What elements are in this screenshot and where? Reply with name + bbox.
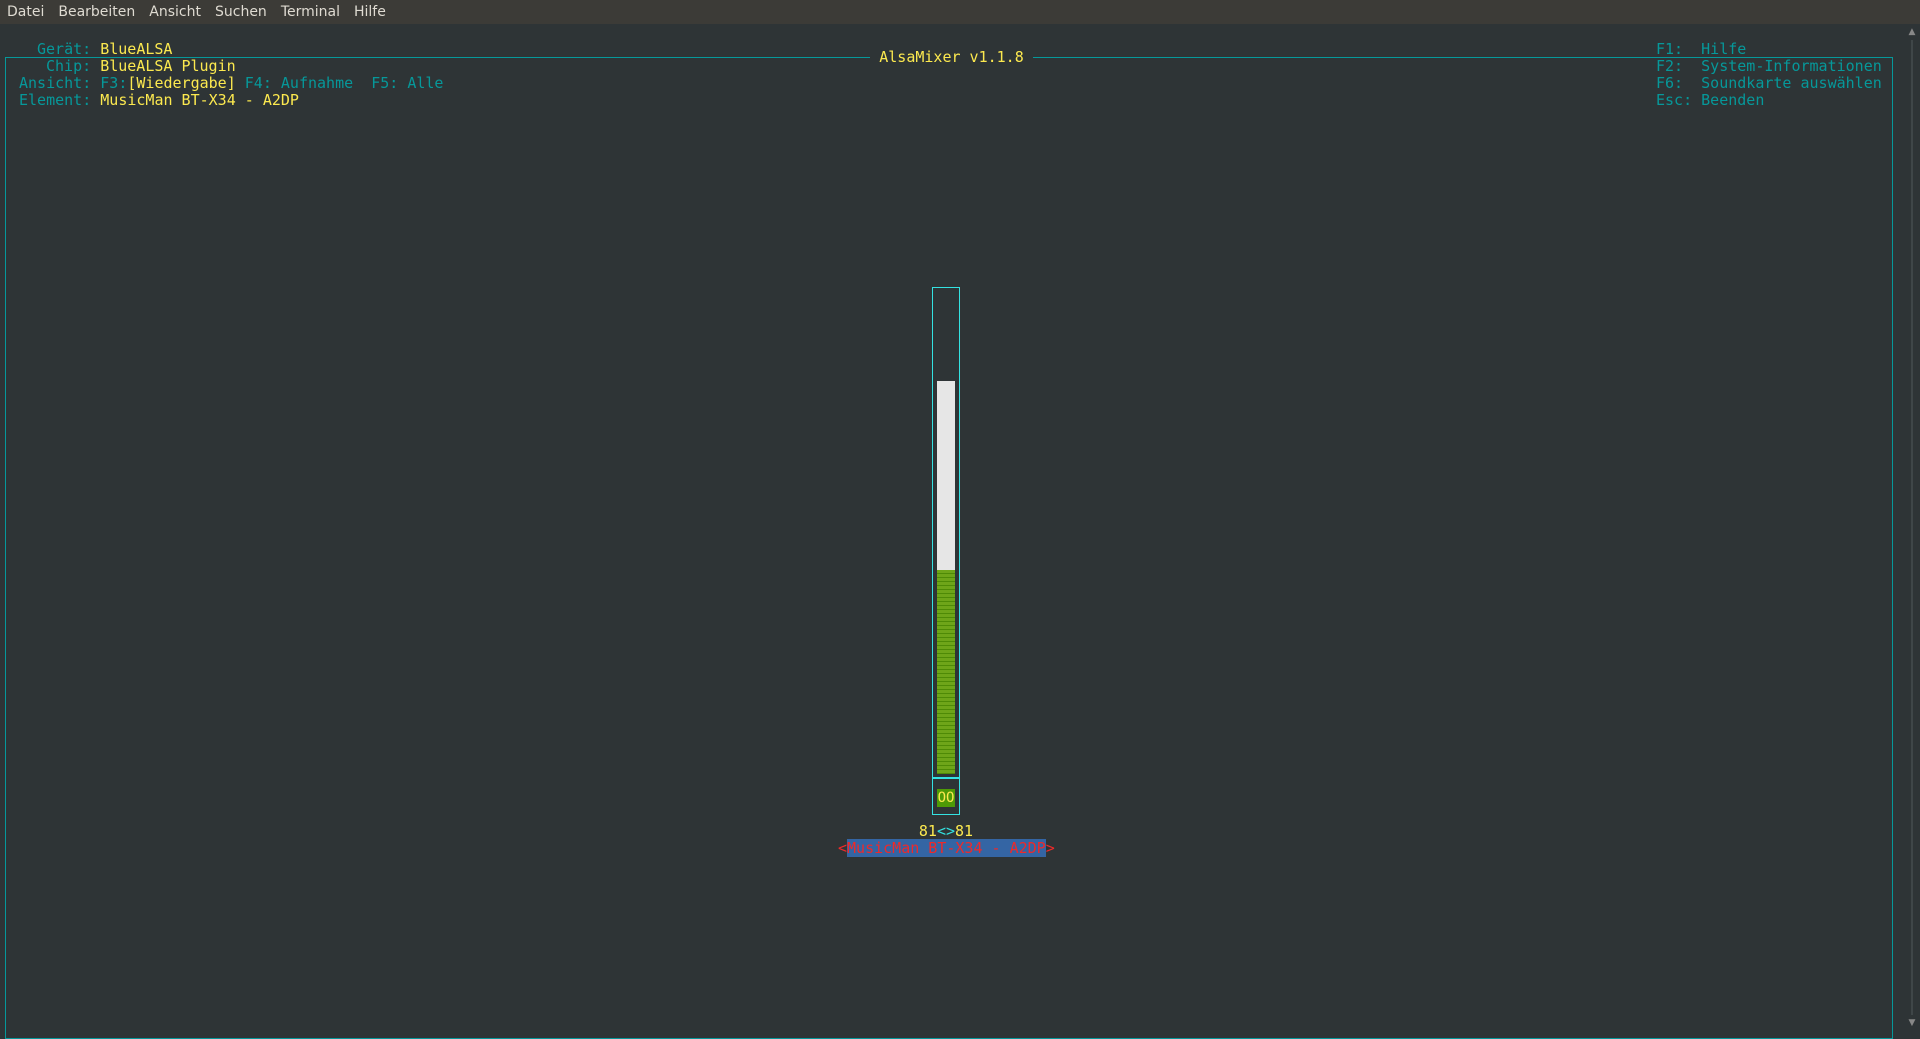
mute-value: OO	[937, 789, 955, 807]
element-value: MusicMan BT-X34 - A2DP	[100, 91, 299, 109]
menu-bearbeiten[interactable]: Bearbeiten	[51, 0, 142, 24]
volume-separator: <>	[936, 822, 956, 840]
scrollbar-track[interactable]	[1911, 40, 1913, 1015]
mixer-title: AlsaMixer v1.1.8	[0, 47, 1903, 67]
view-f5-all[interactable]: F5: Alle	[371, 74, 443, 92]
view-row: Ansicht: F3:[Wiedergabe] F4: Aufnahme F5…	[19, 75, 443, 92]
view-f3-key[interactable]: F3:	[100, 74, 127, 92]
help-esc[interactable]: Esc: Beenden	[1656, 92, 1764, 109]
volume-slider[interactable]	[932, 287, 960, 778]
help-f1-key: F1:	[1656, 40, 1684, 58]
menu-hilfe[interactable]: Hilfe	[347, 0, 393, 24]
menu-bar: Datei Bearbeiten Ansicht Suchen Terminal…	[0, 0, 1920, 24]
menu-datei[interactable]: Datei	[0, 0, 51, 24]
control-name-text: MusicMan BT-X34 - A2DP	[847, 839, 1046, 857]
mixer-title-text: AlsaMixer v1.1.8	[870, 48, 1033, 66]
help-f1[interactable]: F1: Hilfe	[1656, 41, 1746, 58]
help-f2[interactable]: F2: System-Informationen	[1656, 58, 1882, 75]
help-f6[interactable]: F6: Soundkarte auswählen	[1656, 75, 1882, 92]
scrollbar[interactable]: ▲ ▼	[1903, 24, 1920, 1031]
help-f1-text: Hilfe	[1701, 40, 1747, 58]
chip-value: BlueALSA Plugin	[100, 57, 236, 75]
menu-ansicht[interactable]: Ansicht	[142, 0, 208, 24]
device-label: Gerät:	[37, 40, 92, 58]
volume-left: 81	[918, 822, 937, 840]
scroll-up-icon[interactable]: ▲	[1908, 28, 1916, 37]
volume-slider-empty	[937, 381, 955, 570]
chip-label: Chip:	[46, 57, 92, 75]
mute-toggle[interactable]: OO	[932, 778, 960, 815]
view-label: Ansicht:	[19, 74, 92, 92]
help-f6-key: F6:	[1656, 74, 1684, 92]
view-f4-capture[interactable]: F4: Aufnahme	[245, 74, 353, 92]
view-f3-playback[interactable]: [Wiedergabe]	[127, 74, 235, 92]
control-arrow-left: <	[838, 839, 848, 857]
control-arrow-right: >	[1045, 839, 1055, 857]
help-esc-key: Esc:	[1656, 91, 1693, 109]
scroll-down-icon[interactable]: ▼	[1908, 1019, 1916, 1028]
element-label: Element:	[19, 91, 92, 109]
volume-readout: 81<>81	[0, 823, 1892, 840]
volume-slider-fill	[937, 570, 955, 774]
help-f6-text: Soundkarte auswählen	[1701, 74, 1882, 92]
terminal-window[interactable]: AlsaMixer v1.1.8 Gerät: BlueALSA Chip: B…	[0, 24, 1903, 1039]
help-f2-key: F2:	[1656, 57, 1684, 75]
control-name[interactable]: <MusicMan BT-X34 - A2DP>	[838, 839, 1055, 857]
menu-suchen[interactable]: Suchen	[208, 0, 274, 24]
menu-terminal[interactable]: Terminal	[274, 0, 347, 24]
help-esc-text: Beenden	[1701, 91, 1765, 109]
element-row: Element: MusicMan BT-X34 - A2DP	[19, 92, 299, 109]
device-row: Gerät: BlueALSA	[37, 41, 172, 58]
help-f2-text: System-Informationen	[1701, 57, 1882, 75]
chip-row: Chip: BlueALSA Plugin	[46, 58, 236, 75]
device-value: BlueALSA	[100, 40, 173, 58]
volume-slider-track[interactable]	[937, 381, 955, 774]
volume-right: 81	[955, 822, 974, 840]
